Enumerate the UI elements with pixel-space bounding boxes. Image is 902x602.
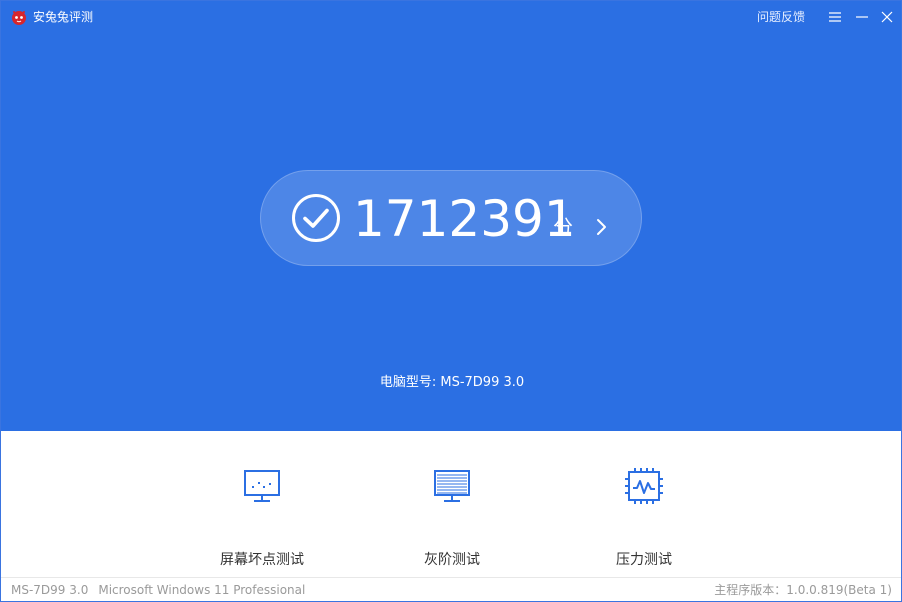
minimize-icon[interactable]	[852, 7, 872, 27]
grayscale-monitor-icon	[434, 470, 470, 502]
menu-icon[interactable]	[825, 7, 845, 27]
status-os: Microsoft Windows 11 Professional	[98, 583, 306, 597]
test-tools-panel: 屏幕坏点测试 灰阶测试 压力测试	[1, 431, 901, 577]
app-window: 安兔兔评测 问题反馈 1712391 分 电脑型号: MS-7D99 3.0 屏…	[0, 0, 902, 602]
score-header-panel: 安兔兔评测 问题反馈 1712391 分 电脑型号: MS-7D99 3.0	[1, 1, 901, 431]
cpu-stress-icon	[625, 468, 663, 504]
antutu-logo-icon	[12, 11, 26, 25]
grayscale-test-button[interactable]: 灰阶测试	[387, 467, 517, 568]
status-model: MS-7D99 3.0	[11, 583, 89, 597]
check-circle-icon	[292, 194, 340, 242]
status-bar: MS-7D99 3.0 Microsoft Windows 11 Professi…	[1, 577, 901, 601]
tool-label: 压力测试	[616, 552, 672, 568]
title-bar: 安兔兔评测 问题反馈	[1, 1, 901, 33]
device-model-label: 电脑型号: MS-7D99 3.0	[379, 375, 525, 390]
tool-label: 屏幕坏点测试	[220, 552, 304, 568]
stress-test-button[interactable]: 压力测试	[579, 467, 709, 568]
status-system-info: MS-7D99 3.0 Microsoft Windows 11 Professi…	[11, 583, 305, 598]
score-unit: 分	[553, 215, 573, 239]
dead-pixel-test-button[interactable]: 屏幕坏点测试	[197, 467, 327, 568]
score-value: 1712391	[353, 190, 576, 248]
close-icon[interactable]	[877, 7, 897, 27]
score-button[interactable]: 1712391 分	[260, 170, 642, 266]
feedback-link[interactable]: 问题反馈	[757, 9, 805, 25]
chevron-right-icon	[597, 219, 606, 235]
app-title: 安兔兔评测	[33, 10, 94, 24]
tool-label: 灰阶测试	[424, 552, 480, 568]
monitor-dead-pixel-icon	[244, 470, 280, 502]
status-version: 主程序版本：1.0.0.819(Beta 1)	[714, 583, 892, 597]
